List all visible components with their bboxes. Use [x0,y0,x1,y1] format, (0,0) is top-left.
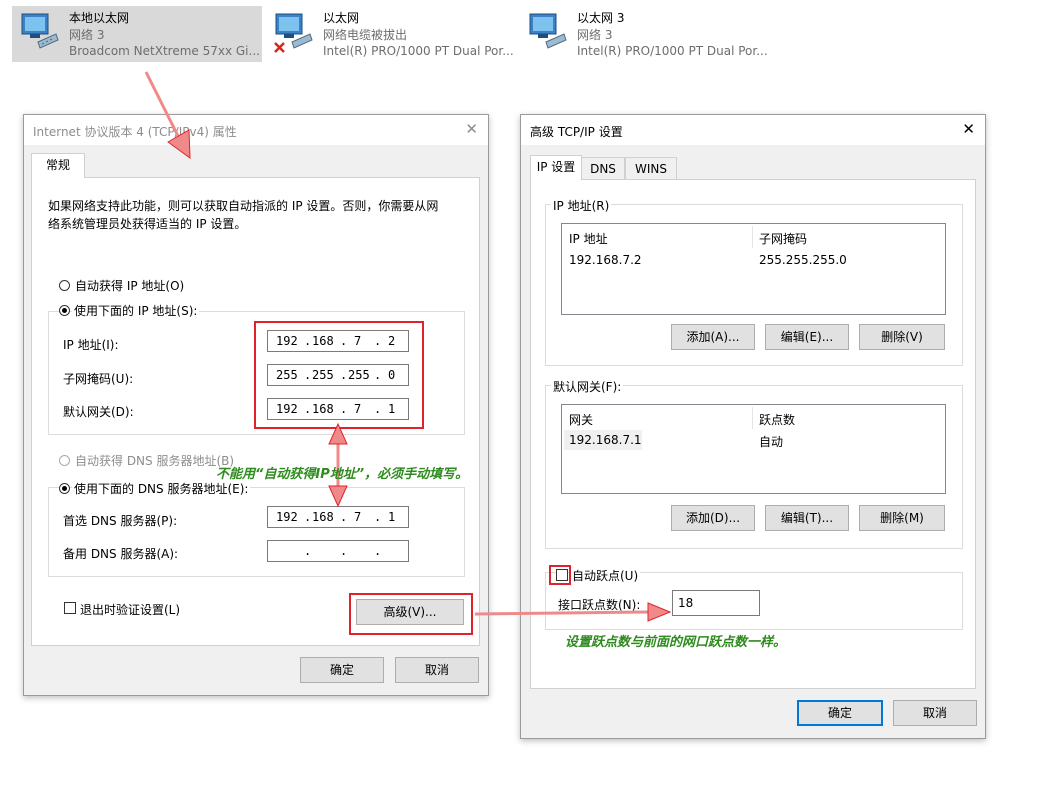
tab-ip-settings[interactable]: IP 设置 [530,155,582,180]
arrow-adapter-to-dialog [144,71,182,141]
arrow-advanced-to-metric [474,610,651,616]
annotation-note-manual-ip: 不能用“自动获得IP地址”，必须手动填写。 [216,467,469,482]
arrow-head [167,129,191,160]
arrow-head [328,485,348,508]
arrow-head [647,602,672,622]
annotation-arrows [144,71,672,622]
tab-general[interactable]: 常规 [31,153,85,178]
arrow-head [328,422,348,445]
annotation-note-metric: 设置跃点数与前面的网口跃点数一样。 [565,635,787,650]
